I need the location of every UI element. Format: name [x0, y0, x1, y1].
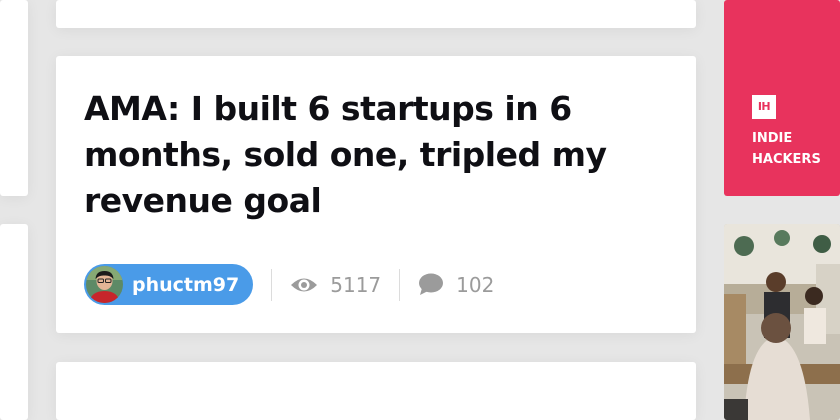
comments-stat[interactable]: 102: [418, 273, 494, 297]
meta-divider: [271, 268, 273, 301]
speech-bubble-icon: [419, 273, 444, 295]
office-photo-image: [724, 224, 840, 420]
sidebar-photo[interactable]: [724, 224, 840, 420]
meta-divider: [399, 268, 401, 301]
post-meta: phuctm97 5117 102: [84, 264, 494, 305]
ih-logo-icon: IH: [752, 95, 776, 119]
brand-name: INDIE HACKERS: [752, 131, 821, 167]
eye-icon: [291, 278, 318, 291]
post-title[interactable]: AMA: I built 6 startups in 6 months, sol…: [84, 86, 644, 224]
views-stat: 5117: [290, 273, 381, 297]
feed-card-left-bottom: [0, 224, 28, 420]
post-card[interactable]: AMA: I built 6 startups in 6 months, sol…: [56, 56, 696, 333]
indie-hackers-banner[interactable]: IH INDIE HACKERS: [724, 0, 840, 196]
author-name: phuctm97: [132, 273, 240, 296]
feed-card-below: [56, 362, 696, 420]
feed-card-left-top: [0, 0, 28, 196]
avatar: [86, 266, 123, 303]
author-chip[interactable]: phuctm97: [84, 264, 254, 305]
views-count: 5117: [330, 272, 382, 297]
feed-card-above: [56, 0, 696, 28]
comments-count: 102: [456, 272, 495, 297]
